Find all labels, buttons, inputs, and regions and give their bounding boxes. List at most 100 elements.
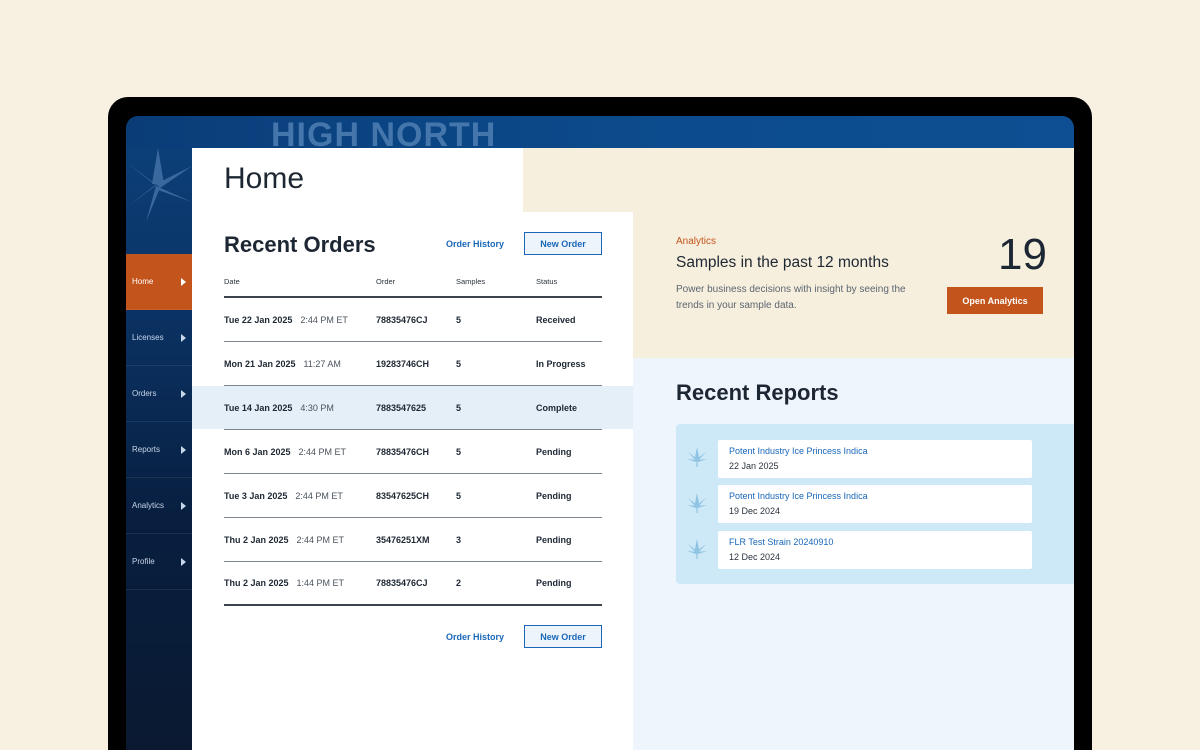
sidebar-item-label: Analytics xyxy=(132,501,165,510)
order-time: 1:44 PM ET xyxy=(296,578,345,588)
report-name: FLR Test Strain 20240910 xyxy=(729,537,834,547)
table-header: Date Order Samples Status xyxy=(224,266,602,298)
column-header-status: Status xyxy=(536,276,558,286)
sidebar-item-label: Home xyxy=(132,277,154,286)
order-samples: 5 xyxy=(456,402,462,413)
report-date: 12 Dec 2024 xyxy=(729,552,781,562)
order-status: Pending xyxy=(536,446,572,457)
table-row[interactable]: Mon 21 Jan 2025 11:27 AM 19283746CH 5 In … xyxy=(224,342,602,386)
app-screen: HIGH NORTH Home Licenses Orders Reports … xyxy=(126,116,1074,750)
sidebar-item-analytics[interactable]: Analytics xyxy=(126,478,192,534)
order-day: Thu 2 Jan 2025 xyxy=(224,578,289,588)
recent-reports-list: Potent Industry Ice Princess Indica 22 J… xyxy=(676,424,1074,584)
open-analytics-button[interactable]: Open Analytics xyxy=(947,287,1043,314)
report-date: 22 Jan 2025 xyxy=(729,461,779,471)
order-samples: 5 xyxy=(456,314,462,325)
table-row[interactable]: Thu 2 Jan 2025 2:44 PM ET 35476251XM 3 Pe… xyxy=(224,518,602,562)
order-day: Mon 21 Jan 2025 xyxy=(224,358,296,369)
order-day: Tue 22 Jan 2025 xyxy=(224,314,293,325)
order-time: 2:44 PM ET xyxy=(298,446,347,457)
sidebar-item-licenses[interactable]: Licenses xyxy=(126,310,192,366)
analytics-title: Samples in the past 12 months xyxy=(676,254,889,271)
chevron-right-icon xyxy=(181,445,186,454)
order-samples: 5 xyxy=(456,358,462,369)
order-date: Mon 21 Jan 2025 11:27 AM xyxy=(224,359,376,369)
order-date: Tue 22 Jan 2025 2:44 PM ET xyxy=(224,315,376,325)
table-row[interactable]: Tue 22 Jan 2025 2:44 PM ET 78835476CJ 5 R… xyxy=(224,298,602,342)
analytics-description: Power business decisions with insight by… xyxy=(676,284,906,311)
order-number: 83547625CH xyxy=(376,490,430,501)
new-order-button-footer[interactable]: New Order xyxy=(524,625,602,648)
report-name: Potent Industry Ice Princess Indica xyxy=(729,491,868,501)
table-row[interactable]: Mon 6 Jan 2025 2:44 PM ET 78835476CH 5 Pe… xyxy=(224,430,602,474)
sidebar-item-home[interactable]: Home xyxy=(126,254,192,310)
order-time: 2:44 PM ET xyxy=(296,534,345,545)
order-samples: 2 xyxy=(456,578,462,588)
order-history-link[interactable]: Order History xyxy=(446,239,504,249)
chevron-right-icon xyxy=(181,277,186,286)
order-date: Thu 2 Jan 2025 2:44 PM ET xyxy=(224,535,376,545)
order-date: Thu 2 Jan 2025 1:44 PM ET xyxy=(224,578,376,588)
recent-orders-title: Recent Orders xyxy=(224,232,376,257)
order-time: 2:44 PM ET xyxy=(300,314,348,325)
chevron-right-icon xyxy=(181,557,186,566)
recent-reports-panel: Recent Reports Potent Industry Ice Princ… xyxy=(633,358,1074,750)
order-samples: 3 xyxy=(456,534,462,545)
samples-count: 19 xyxy=(998,230,1047,279)
report-date: 19 Dec 2024 xyxy=(729,506,781,516)
sidebar-item-orders[interactable]: Orders xyxy=(126,366,192,422)
sidebar-item-reports[interactable]: Reports xyxy=(126,422,192,478)
order-number: 78835476CH xyxy=(376,446,430,457)
chevron-right-icon xyxy=(181,333,186,342)
order-number: 35476251XM xyxy=(376,534,430,545)
order-samples: 5 xyxy=(456,446,462,457)
order-day: Mon 6 Jan 2025 xyxy=(224,446,291,457)
order-time: 4:30 PM xyxy=(300,402,334,413)
order-date: Mon 6 Jan 2025 2:44 PM ET xyxy=(224,447,376,457)
order-status: Pending xyxy=(536,578,572,588)
page-title: Home xyxy=(224,162,305,195)
column-header-samples: Samples xyxy=(456,276,486,286)
main-column: Home Recent Orders Order History New Ord… xyxy=(192,148,634,750)
order-date: Tue 14 Jan 2025 4:30 PM xyxy=(224,403,376,413)
header-strip xyxy=(523,148,633,212)
analytics-panel: Analytics Samples in the past 12 months … xyxy=(633,148,1074,358)
order-history-link-footer[interactable]: Order History xyxy=(446,632,504,642)
order-number: 78835476CJ xyxy=(376,578,428,588)
cannabis-leaf-icon xyxy=(687,493,707,513)
brand-logo-text: HIGH NORTH xyxy=(271,116,497,154)
table-row[interactable]: Tue 14 Jan 2025 4:30 PM 7883547625 5 Comp… xyxy=(192,386,634,430)
sidebar-item-profile[interactable]: Profile xyxy=(126,534,192,590)
table-row[interactable]: Tue 3 Jan 2025 2:44 PM ET 83547625CH 5 Pe… xyxy=(224,474,602,518)
report-item[interactable]: Potent Industry Ice Princess Indica 22 J… xyxy=(718,440,1032,478)
sidebar-nav: Home Licenses Orders Reports Analytics P… xyxy=(126,254,192,590)
new-order-button[interactable]: New Order xyxy=(524,232,602,255)
analytics-kicker: Analytics xyxy=(676,236,717,247)
order-number: 7883547625 xyxy=(376,402,427,413)
order-day: Thu 2 Jan 2025 xyxy=(224,534,289,545)
column-header-date: Date xyxy=(224,276,240,286)
sidebar-item-label: Licenses xyxy=(132,333,164,342)
order-day: Tue 14 Jan 2025 xyxy=(224,402,293,413)
chevron-right-icon xyxy=(181,389,186,398)
order-status: Complete xyxy=(536,402,578,413)
order-status: In Progress xyxy=(536,358,586,369)
order-status: Received xyxy=(536,314,576,325)
cannabis-leaf-icon xyxy=(687,447,707,467)
recent-orders-table: Date Order Samples Status Tue 22 Jan 202… xyxy=(192,266,634,606)
report-item[interactable]: Potent Industry Ice Princess Indica 19 D… xyxy=(718,485,1032,523)
sidebar-item-label: Reports xyxy=(132,445,161,454)
sidebar-item-label: Orders xyxy=(132,389,157,398)
brand-star-icon xyxy=(126,148,192,222)
report-item[interactable]: FLR Test Strain 20240910 12 Dec 2024 xyxy=(718,531,1032,569)
order-status: Pending xyxy=(536,534,572,545)
order-date: Tue 3 Jan 2025 2:44 PM ET xyxy=(224,491,376,501)
order-day: Tue 3 Jan 2025 xyxy=(224,490,288,501)
column-header-order: Order xyxy=(376,276,396,286)
table-row[interactable]: Thu 2 Jan 2025 1:44 PM ET 78835476CJ 2 Pe… xyxy=(224,562,602,606)
top-banner: HIGH NORTH xyxy=(126,116,1074,152)
order-number: 19283746CH xyxy=(376,358,430,369)
sidebar-item-label: Profile xyxy=(132,557,155,566)
order-number: 78835476CJ xyxy=(376,314,428,325)
report-name: Potent Industry Ice Princess Indica xyxy=(729,446,868,456)
